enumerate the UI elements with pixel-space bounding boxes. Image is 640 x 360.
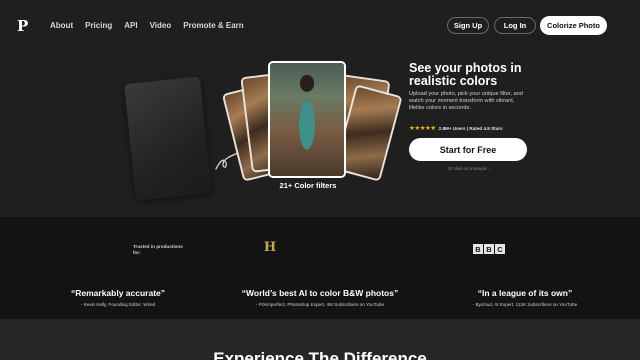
nav-about[interactable]: About — [50, 21, 73, 30]
section-heading: Experience The Difference — [213, 349, 427, 360]
nav-pricing[interactable]: Pricing — [85, 21, 112, 30]
star-icon: ★★★★★ — [409, 125, 436, 132]
nav-links: About Pricing API Video Promote & Earn — [50, 21, 244, 30]
logo[interactable]: P — [17, 17, 28, 35]
sample-hint: Or click on a sample ↓ — [448, 166, 491, 171]
hero-section: 21+ Color filters See your photos in rea… — [0, 52, 640, 217]
nav-promote[interactable]: Promote & Earn — [183, 21, 243, 30]
trusted-label: Trusted in productions for: — [133, 244, 183, 255]
trust-band: Trusted in productions for: H B B C “Rem… — [0, 217, 640, 319]
testimonial-author: - Bycloud, AI Expert, 112K Subscribers o… — [472, 302, 578, 307]
nav-api[interactable]: API — [124, 21, 137, 30]
history-logo-icon: H — [263, 239, 277, 255]
rating-text: 2.8M+ Users | Rated 4.9 Stars — [438, 125, 503, 131]
bbc-logo-icon: B B C — [473, 244, 505, 254]
rating: ★★★★★ 2.8M+ Users | Rated 4.9 Stars — [409, 124, 503, 132]
testimonial: “In a league of its own” - Bycloud, AI E… — [455, 288, 595, 307]
filter-preview-fan — [218, 57, 403, 187]
testimonial: “Remarkably accurate” - Kevin Kelly, Fou… — [58, 288, 178, 307]
top-nav: P About Pricing API Video Promote & Earn… — [0, 0, 640, 52]
bbc-letter: B — [473, 244, 483, 254]
filters-count-label: 21+ Color filters — [279, 181, 337, 190]
testimonial-quote: “Remarkably accurate” — [70, 288, 166, 298]
nav-video[interactable]: Video — [150, 21, 172, 30]
testimonial-author: - Kevin Kelly, Founding Editor, Wired — [80, 302, 156, 307]
bbc-letter: B — [484, 244, 494, 254]
colorize-photo-button[interactable]: Colorize Photo — [540, 16, 607, 35]
start-for-free-button[interactable]: Start for Free — [409, 138, 527, 161]
login-button[interactable]: Log In — [494, 17, 536, 34]
signup-button[interactable]: Sign Up — [447, 17, 489, 34]
hero-description: Upload your photo, pick your unique filt… — [409, 91, 523, 111]
experience-section: Experience The Difference — [0, 319, 640, 360]
testimonial-quote: “In a league of its own” — [477, 288, 573, 298]
upload-card[interactable] — [124, 76, 212, 201]
hero-headline: See your photos in realistic colors — [409, 61, 522, 88]
bbc-letter: C — [495, 244, 505, 254]
testimonial: “World’s best AI to color B&W photos” - … — [222, 288, 418, 307]
testimonial-quote: “World’s best AI to color B&W photos” — [241, 288, 399, 298]
featured-sample-photo[interactable] — [268, 61, 346, 178]
testimonial-author: - PiXimperfect, Photoshop Expert, 4M Sub… — [255, 302, 384, 307]
